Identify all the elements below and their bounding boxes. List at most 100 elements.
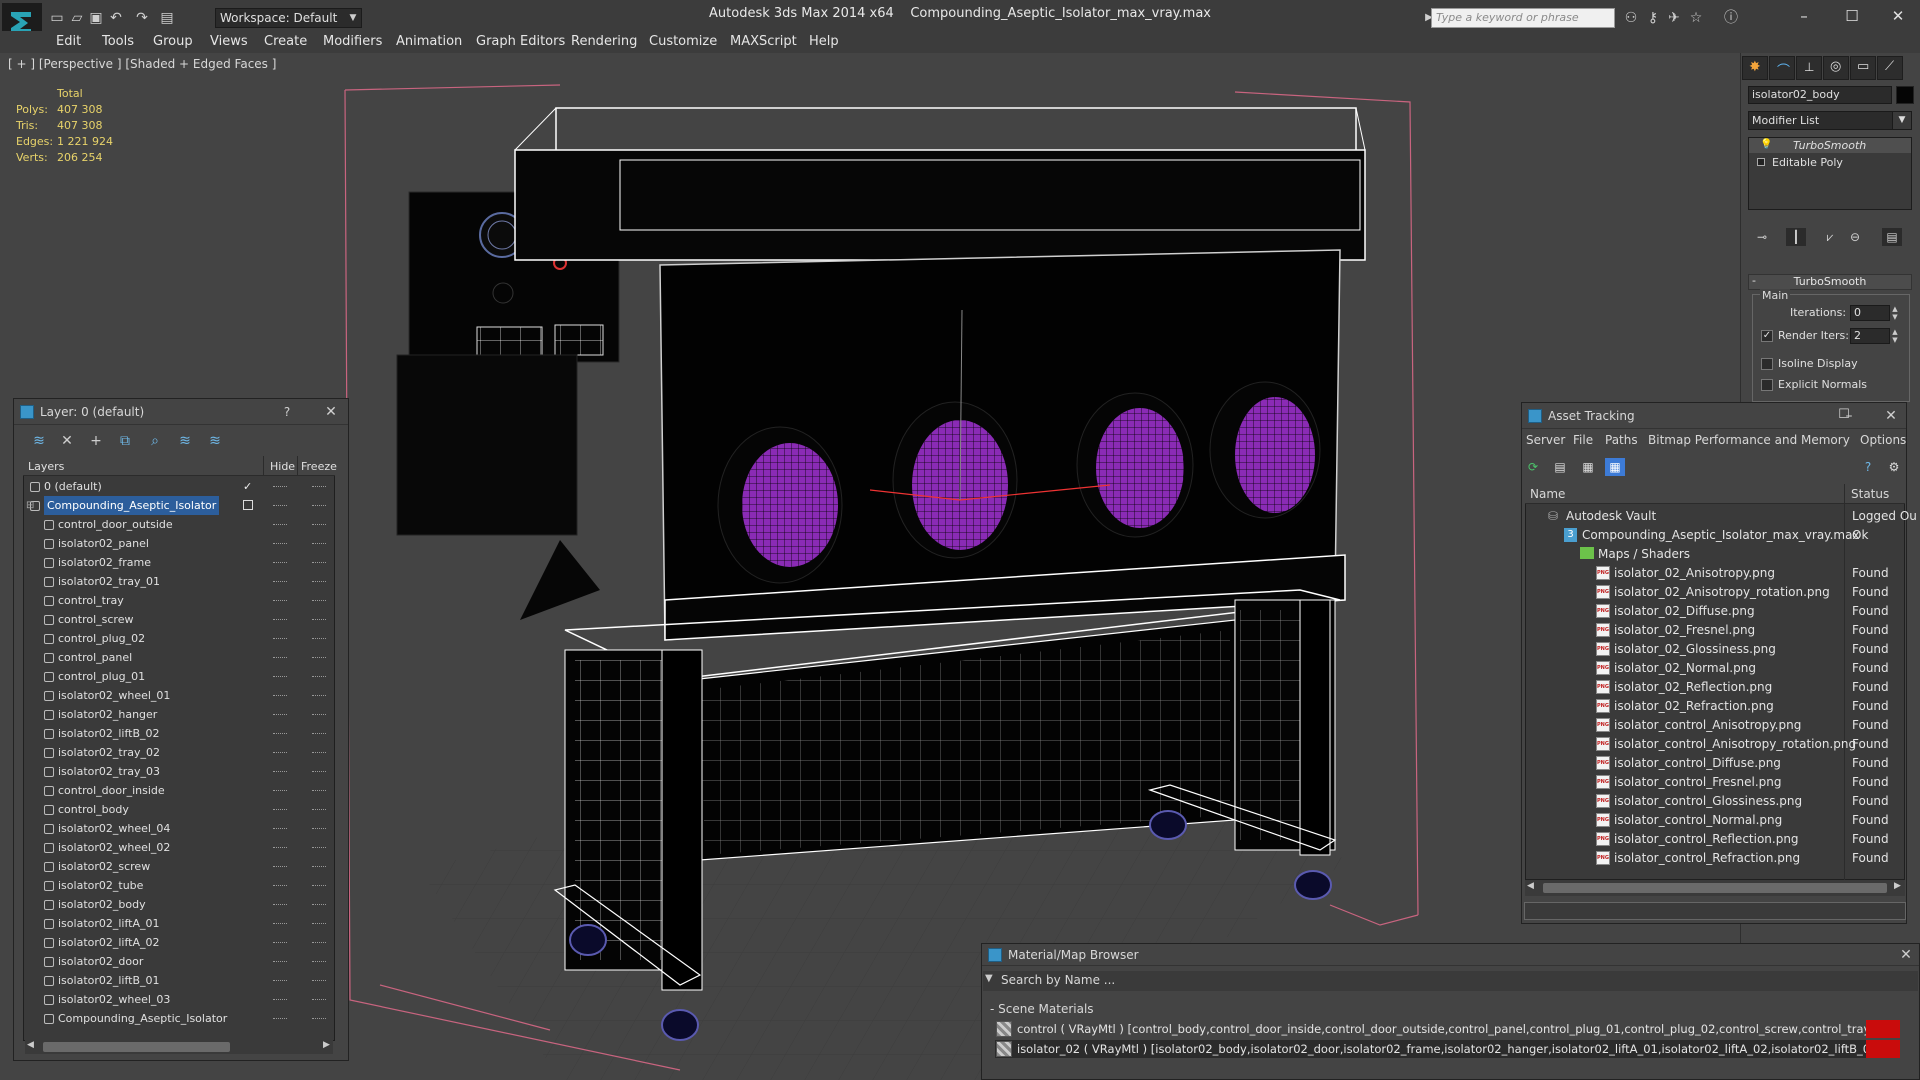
freeze-toggle[interactable] <box>312 638 326 639</box>
layer-object-row[interactable]: isolator02_liftB_01 <box>24 971 334 990</box>
stack-item-editable-poly[interactable]: Editable Poly <box>1772 156 1843 170</box>
hide-toggle[interactable] <box>273 676 287 677</box>
search-input[interactable]: Type a keyword or phrase <box>1431 8 1615 28</box>
freeze-toggle[interactable] <box>312 543 326 544</box>
grid-view-icon[interactable]: ▦ <box>1605 458 1625 476</box>
expand-plus-icon[interactable] <box>1757 158 1765 166</box>
asset-row-map[interactable]: isolator_control_Reflection.png <box>1614 830 1799 849</box>
hide-toggle[interactable] <box>273 600 287 601</box>
hide-toggle[interactable] <box>273 999 287 1000</box>
layer-object-row[interactable]: isolator02_frame <box>24 553 334 572</box>
menu-animation[interactable]: Animation <box>396 34 462 50</box>
make-unique-icon[interactable]: ⩗ <box>1820 228 1840 246</box>
hide-toggle[interactable] <box>273 904 287 905</box>
layer-object-row[interactable]: control_plug_01 <box>24 667 334 686</box>
freeze-toggle[interactable] <box>312 771 326 772</box>
asset-row-map[interactable]: isolator_control_Anisotropy_rotation.png <box>1614 735 1856 754</box>
lightbulb-icon[interactable]: 💡 <box>1760 139 1772 150</box>
menu-maxscript[interactable]: MAXScript <box>730 34 797 50</box>
layer-object-row[interactable]: isolator02_tube <box>24 876 334 895</box>
layer-object-row[interactable]: isolator02_liftA_02 <box>24 933 334 952</box>
layer-object-row[interactable]: isolator02_tray_01 <box>24 572 334 591</box>
layer-object-row[interactable]: isolator02_panel <box>24 534 334 553</box>
hide-toggle[interactable] <box>273 581 287 582</box>
asset-row-map[interactable]: isolator_02_Reflection.png <box>1614 678 1772 697</box>
layer-object-row[interactable]: control_panel <box>24 648 334 667</box>
render-iters-checkbox[interactable]: ✓ <box>1761 330 1773 342</box>
show-end-result-icon[interactable]: ┃ <box>1786 228 1806 246</box>
layer-object-row[interactable]: isolator02_wheel_03 <box>24 990 334 1009</box>
layer-row[interactable]: 0 (default) ✓ <box>24 477 334 496</box>
freeze-column-header[interactable]: Freeze <box>301 460 337 473</box>
scroll-left-icon[interactable]: ◀ <box>1527 881 1534 891</box>
maximize-button[interactable]: ☐ <box>1832 4 1872 28</box>
hide-toggle[interactable] <box>273 733 287 734</box>
freeze-toggle[interactable] <box>312 486 326 487</box>
spinner-arrows-icon[interactable]: ▲ ▼ <box>1890 328 1900 344</box>
hide-toggle[interactable] <box>273 486 287 487</box>
name-column-header[interactable]: Name <box>1530 487 1565 501</box>
iterations-spinner[interactable]: 0 <box>1850 305 1890 321</box>
pin-stack-icon[interactable]: ⊸ <box>1752 228 1772 246</box>
hide-all-icon[interactable]: ≋ <box>175 432 195 450</box>
add-to-layer-icon[interactable]: + <box>86 432 106 450</box>
asset-row-map[interactable]: isolator_02_Diffuse.png <box>1614 602 1755 621</box>
menu-graph-editors[interactable]: Graph Editors <box>476 34 565 50</box>
freeze-toggle[interactable] <box>312 733 326 734</box>
asset-row-map[interactable]: isolator_02_Anisotropy.png <box>1614 564 1775 583</box>
freeze-toggle[interactable] <box>312 847 326 848</box>
chevron-down-icon[interactable]: ▼ <box>1892 111 1912 130</box>
hide-toggle[interactable] <box>273 790 287 791</box>
help-icon[interactable]: ? <box>1858 458 1878 476</box>
hide-toggle[interactable] <box>273 505 287 506</box>
asset-row-map[interactable]: isolator_control_Normal.png <box>1614 811 1782 830</box>
asset-row-map[interactable]: isolator_02_Fresnel.png <box>1614 621 1755 640</box>
layer-object-row[interactable]: control_screw <box>24 610 334 629</box>
help-icon[interactable]: ⓘ <box>1722 9 1740 27</box>
freeze-toggle[interactable] <box>312 600 326 601</box>
scene-materials-section[interactable]: - Scene Materials <box>988 1002 1918 1018</box>
close-icon[interactable]: ✕ <box>322 403 340 421</box>
hide-toggle[interactable] <box>273 885 287 886</box>
asset-row-map[interactable]: isolator_control_Glossiness.png <box>1614 792 1802 811</box>
display-tab-icon[interactable]: ▭ <box>1850 56 1876 80</box>
freeze-toggle[interactable] <box>312 904 326 905</box>
menu-group[interactable]: Group <box>153 34 193 50</box>
layer-object-row[interactable]: isolator02_hanger <box>24 705 334 724</box>
hide-toggle[interactable] <box>273 752 287 753</box>
asset-row-map[interactable]: isolator_control_Anisotropy.png <box>1614 716 1801 735</box>
asset-row-map[interactable]: isolator_02_Anisotropy_rotation.png <box>1614 583 1830 602</box>
freeze-toggle[interactable] <box>312 657 326 658</box>
configure-modifier-sets-icon[interactable]: ▤ <box>1882 228 1902 246</box>
scrollbar-thumb[interactable] <box>1543 883 1887 893</box>
freeze-toggle[interactable] <box>312 524 326 525</box>
render-iters-spinner[interactable]: 2 <box>1850 328 1890 344</box>
hide-toggle[interactable] <box>273 543 287 544</box>
close-icon[interactable]: ✕ <box>1882 407 1900 425</box>
settings-icon[interactable]: ⚙ <box>1884 458 1904 476</box>
hide-toggle[interactable] <box>273 866 287 867</box>
hide-toggle[interactable] <box>273 923 287 924</box>
hide-toggle[interactable] <box>273 714 287 715</box>
menu-file[interactable]: File <box>1573 433 1593 447</box>
isoline-display-checkbox[interactable] <box>1761 358 1773 370</box>
create-layer-icon[interactable]: ≋ <box>29 432 49 450</box>
list-view-icon[interactable]: ▤ <box>1550 458 1570 476</box>
delete-layer-icon[interactable]: ✕ <box>57 432 77 450</box>
freeze-toggle[interactable] <box>312 505 326 506</box>
freeze-toggle[interactable] <box>312 676 326 677</box>
status-column-header[interactable]: Status <box>1851 487 1889 501</box>
close-icon[interactable]: ✕ <box>1897 946 1915 964</box>
freeze-toggle[interactable] <box>312 1018 326 1019</box>
viewport-label[interactable]: [ + ] [Perspective ] [Shaded + Edged Fac… <box>8 57 276 71</box>
select-in-layer-icon[interactable]: ⧉ <box>115 432 135 450</box>
explicit-normals-checkbox[interactable] <box>1761 379 1773 391</box>
turbosmooth-rollout-header[interactable]: TurboSmooth <box>1748 274 1912 290</box>
layer-object-row[interactable]: isolator02_screw <box>24 857 334 876</box>
modifier-list-dropdown[interactable]: Modifier List <box>1748 111 1912 130</box>
layer-object-row[interactable]: isolator02_tray_02 <box>24 743 334 762</box>
menu-views[interactable]: Views <box>210 34 248 50</box>
layers-column-header[interactable]: Layers <box>28 460 64 473</box>
layer-row[interactable]: ⊟ Compounding_Aseptic_Isolator <box>24 496 334 515</box>
hide-toggle[interactable] <box>273 980 287 981</box>
